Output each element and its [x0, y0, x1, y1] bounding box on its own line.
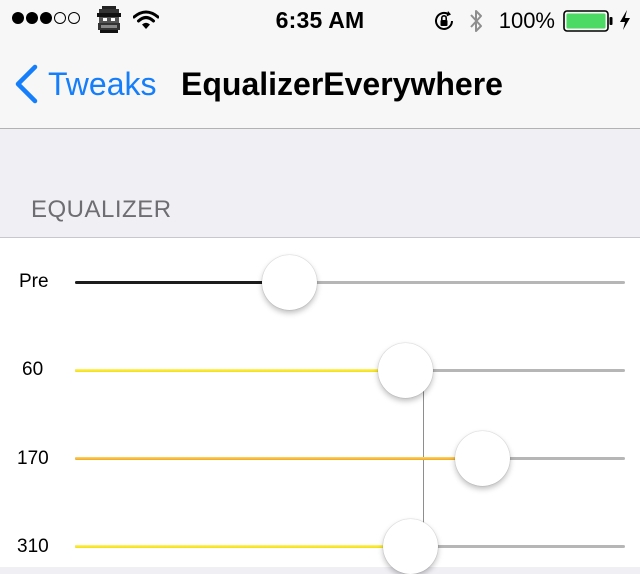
section-header: EQUALIZER: [31, 196, 172, 223]
band-label-310: 310: [17, 536, 49, 557]
battery-percentage: 100%: [498, 8, 555, 33]
page-title: EqualizerEverywhere: [181, 66, 503, 102]
slider-fill: [75, 369, 405, 372]
back-button[interactable]: Tweaks: [14, 64, 156, 104]
navigation-bar: Tweaks EqualizerEverywhere: [0, 40, 640, 129]
bluetooth-icon: [470, 10, 482, 32]
slider-fill: [75, 545, 411, 548]
slider-thumb-60[interactable]: [377, 342, 433, 398]
slider-thumb-310[interactable]: [383, 518, 438, 574]
slider-fill: [75, 281, 290, 284]
band-label-pre: Pre: [19, 271, 49, 292]
orientation-lock-icon: [435, 11, 453, 30]
battery-icon: [563, 10, 613, 32]
slider-thumb-170[interactable]: [454, 430, 510, 486]
band-label-60: 60: [22, 359, 44, 380]
slider-fill: [75, 457, 482, 460]
slider-thumb-pre[interactable]: [262, 254, 317, 310]
back-button-label: Tweaks: [48, 65, 157, 102]
equalizer-panel: [0, 237, 640, 567]
charging-bolt-icon: [620, 10, 630, 30]
chevron-left-icon: [15, 64, 38, 104]
band-label-170: 170: [17, 448, 49, 469]
status-bar: 6:35 AM 100%: [0, 0, 640, 40]
